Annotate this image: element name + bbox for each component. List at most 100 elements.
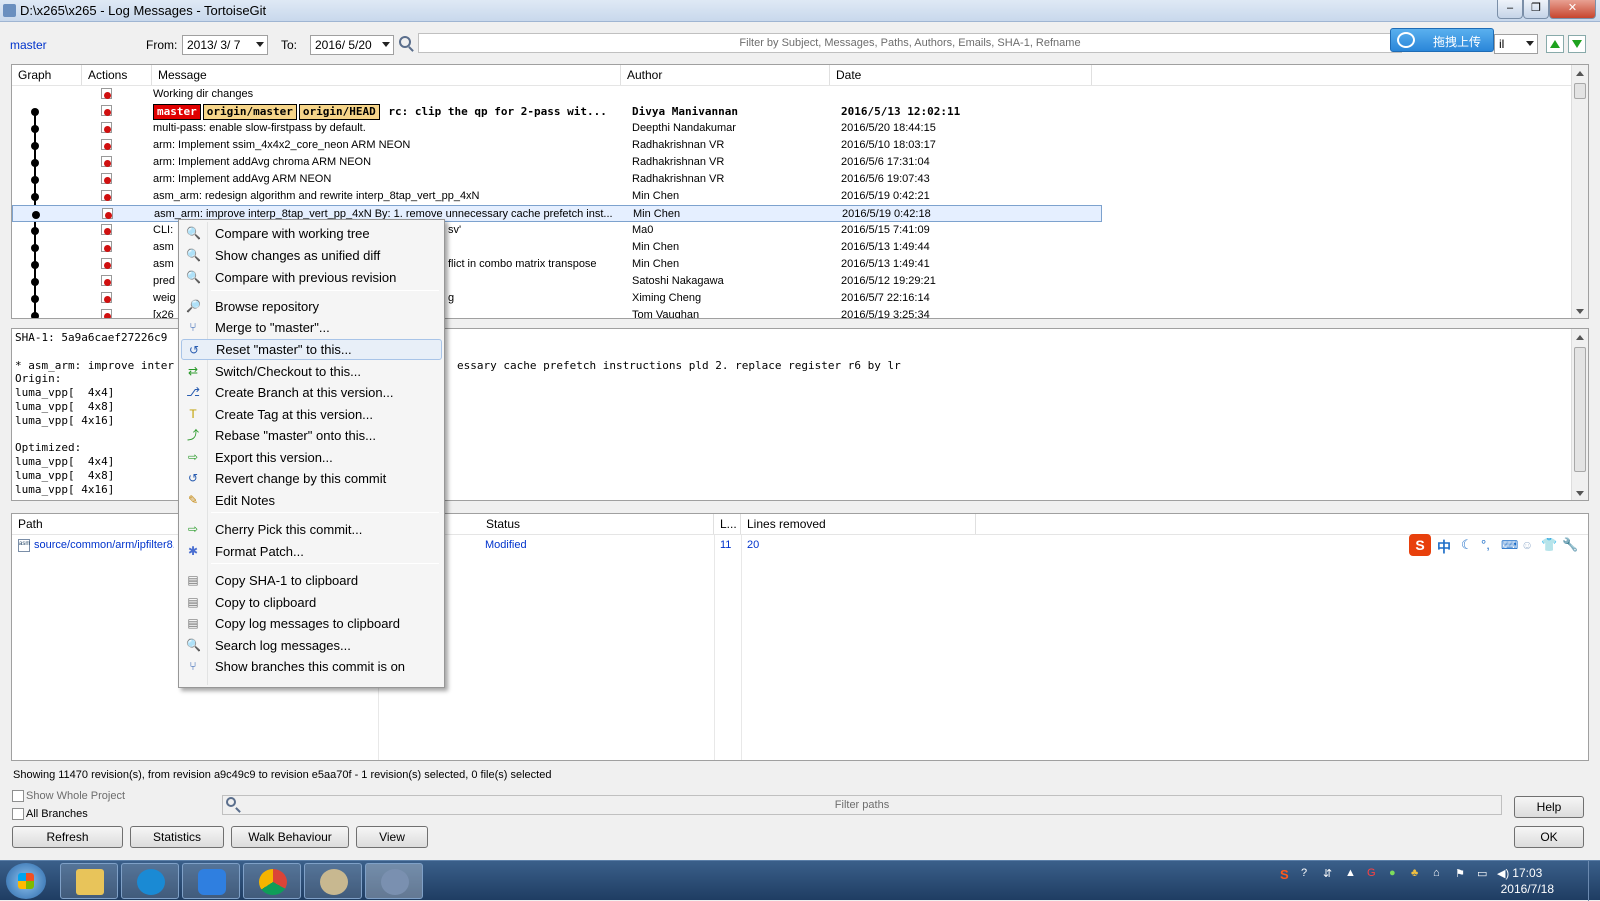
log-row[interactable]: [x26 Tom Vaughan 2016/5/19 3:25:34 xyxy=(12,307,1102,318)
flag-tray-icon[interactable]: ⚑ xyxy=(1455,867,1465,880)
menu-item-switch-checkout-to-this[interactable]: ⇄ Switch/Checkout to this... xyxy=(181,361,442,382)
col-lines-added[interactable]: L... xyxy=(714,514,741,534)
filter-paths-input[interactable]: Filter paths xyxy=(222,795,1502,815)
log-row[interactable]: asm_arm: redesign algorithm and rewrite … xyxy=(12,188,1102,205)
moon-icon[interactable]: ☾ xyxy=(1461,537,1473,553)
log-row[interactable]: pred Satoshi Nakagawa 2016/5/12 19:29:21 xyxy=(12,273,1102,290)
menu-item-merge-to-master[interactable]: ⑂ Merge to "master"... xyxy=(181,317,442,338)
wechat-tray-icon[interactable]: ● xyxy=(1389,867,1396,879)
log-row[interactable]: asm_arm: improve interp_8tap_vert_pp_4xN… xyxy=(12,205,1102,222)
col-graph[interactable]: Graph xyxy=(12,65,82,85)
taskbar-tortoisegit[interactable] xyxy=(365,863,423,899)
scroll-down-icon[interactable] xyxy=(1576,491,1584,496)
app-tray-icon[interactable]: G xyxy=(1367,867,1376,879)
col-date[interactable]: Date xyxy=(830,65,1092,85)
to-date-picker[interactable]: 2016/ 5/20 xyxy=(310,35,394,55)
menu-item-cherry-pick-this-commit[interactable]: ⇨ Cherry Pick this commit... xyxy=(181,519,442,540)
branch-link[interactable]: master xyxy=(10,38,47,52)
menu-item-export-this-version[interactable]: ⇨ Export this version... xyxy=(181,447,442,468)
statistics-button[interactable]: Statistics xyxy=(130,826,224,848)
menu-item-search-log-messages[interactable]: 🔍 Search log messages... xyxy=(181,635,442,656)
menu-item-copy-sha-1-to-clipboard[interactable]: ▤ Copy SHA-1 to clipboard xyxy=(181,570,442,591)
log-row[interactable]: arm: Implement addAvg chroma ARM NEON Rad… xyxy=(12,154,1102,171)
taskbar-paint[interactable] xyxy=(304,863,362,899)
network-tray-icon[interactable]: ⇵ xyxy=(1323,867,1332,880)
menu-item-reset-master-to-this[interactable]: ↺ Reset "master" to this... xyxy=(181,339,442,360)
details-scrollbar[interactable] xyxy=(1571,329,1588,500)
cloud-upload-button[interactable]: 拖拽上传 xyxy=(1390,28,1494,52)
log-row[interactable]: asm flict in combo matrix transpose Min Ch… xyxy=(12,256,1102,273)
menu-item-copy-log-messages-to-clipboard[interactable]: ▤ Copy log messages to clipboard xyxy=(181,613,442,634)
log-row[interactable]: multi-pass: enable slow-firstpass by def… xyxy=(12,120,1102,137)
show-desktop-button[interactable] xyxy=(1588,861,1600,901)
col-author[interactable]: Author xyxy=(621,65,830,85)
menu-item-revert-change-by-this-commit[interactable]: ↺ Revert change by this commit xyxy=(181,468,442,489)
maximize-button[interactable]: ❐ xyxy=(1523,0,1549,19)
walk-behaviour-button[interactable]: Walk Behaviour xyxy=(231,826,349,848)
skin-icon[interactable]: 👕 xyxy=(1541,537,1557,553)
menu-item-browse-repository[interactable]: 🔎 Browse repository xyxy=(181,296,442,317)
log-row[interactable]: arm: Implement ssim_4x4x2_core_neon ARM … xyxy=(12,137,1102,154)
user-icon[interactable]: ☺ xyxy=(1521,538,1533,552)
taskbar-notes[interactable] xyxy=(182,863,240,899)
sogou-ime-icon[interactable]: S xyxy=(1409,534,1431,556)
menu-item-rebase-master-onto-this[interactable]: ⤴ Rebase "master" onto this... xyxy=(181,425,442,446)
keyboard-icon[interactable]: ⌨ xyxy=(1501,538,1518,552)
col-status[interactable]: Status xyxy=(480,514,714,534)
menu-item-compare-with-previous-revision[interactable]: 🔍 Compare with previous revision xyxy=(181,267,442,288)
menu-item-show-branches-this-commit-is-on[interactable]: ⑂ Show branches this commit is on xyxy=(181,656,442,677)
filter-mode-select[interactable]: il xyxy=(1494,34,1538,54)
log-row[interactable]: arm: Implement addAvg ARM NEON Radhakrish… xyxy=(12,171,1102,188)
start-button[interactable] xyxy=(6,863,46,899)
show-hidden-icons[interactable]: ▲ xyxy=(1345,867,1356,879)
prev-page-button[interactable] xyxy=(1546,35,1564,53)
scroll-thumb[interactable] xyxy=(1574,83,1586,99)
log-row[interactable]: Working dir changes xyxy=(12,86,1102,103)
wrench-icon[interactable]: 🔧 xyxy=(1562,537,1578,553)
close-button[interactable]: ✕ xyxy=(1549,0,1596,19)
ime-toolbar[interactable]: S 中 ☾ °, ⌨ ☺ 👕 🔧 xyxy=(1409,534,1588,557)
menu-item-show-changes-as-unified-diff[interactable]: 🔍 Show changes as unified diff xyxy=(181,245,442,266)
sogou-tray-icon[interactable]: S xyxy=(1280,867,1289,882)
log-row[interactable]: master origin/master origin/HEAD rc: clip … xyxy=(12,103,1102,120)
col-actions[interactable]: Actions xyxy=(82,65,152,85)
monitor-tray-icon[interactable]: ▭ xyxy=(1477,867,1487,880)
col-message[interactable]: Message xyxy=(152,65,621,85)
menu-item-create-branch-at-this-version[interactable]: ⎇ Create Branch at this version... xyxy=(181,382,442,403)
filter-search-icon[interactable] xyxy=(399,36,411,48)
minimize-button[interactable]: – xyxy=(1497,0,1523,19)
help-tray-icon[interactable]: ? xyxy=(1301,867,1307,879)
show-whole-project-checkbox[interactable] xyxy=(12,790,24,802)
all-branches-checkbox[interactable] xyxy=(12,808,24,820)
filter-input[interactable]: Filter by Subject, Messages, Paths, Auth… xyxy=(418,33,1402,53)
menu-item-create-tag-at-this-version[interactable]: T Create Tag at this version... xyxy=(181,404,442,425)
menu-item-compare-with-working-tree[interactable]: 🔍 Compare with working tree xyxy=(181,223,442,244)
scroll-down-icon[interactable] xyxy=(1576,309,1584,314)
usb-tray-icon[interactable]: ⌂ xyxy=(1433,867,1440,879)
log-row[interactable]: CLI: sv' Ma0 2016/5/15 7:41:09 xyxy=(12,222,1102,239)
refresh-button[interactable]: Refresh xyxy=(12,826,123,848)
menu-item-copy-to-clipboard[interactable]: ▤ Copy to clipboard xyxy=(181,592,442,613)
log-row[interactable]: weig g Ximing Cheng 2016/5/7 22:16:14 xyxy=(12,290,1102,307)
qq-tray-icon[interactable]: ♣ xyxy=(1411,867,1418,879)
log-scrollbar[interactable] xyxy=(1571,65,1588,318)
col-lines-removed[interactable]: Lines removed xyxy=(741,514,976,534)
scroll-up-icon[interactable] xyxy=(1576,335,1584,340)
punctuation-icon[interactable]: °, xyxy=(1481,537,1490,552)
menu-item-format-patch[interactable]: ✱ Format Patch... xyxy=(181,541,442,562)
view-button[interactable]: View xyxy=(356,826,428,848)
ime-language[interactable]: 中 xyxy=(1437,537,1451,557)
system-clock[interactable]: 17:03 2016/7/18 xyxy=(1501,865,1554,897)
from-date-picker[interactable]: 2013/ 3/ 7 xyxy=(182,35,268,55)
scroll-up-icon[interactable] xyxy=(1576,71,1584,76)
next-page-button[interactable] xyxy=(1568,35,1586,53)
taskbar-explorer[interactable] xyxy=(60,863,118,899)
ok-button[interactable]: OK xyxy=(1514,826,1584,848)
menu-item-edit-notes[interactable]: ✎ Edit Notes xyxy=(181,490,442,511)
taskbar-skype[interactable] xyxy=(121,863,179,899)
log-row[interactable]: asm Min Chen 2016/5/13 1:49:44 xyxy=(12,239,1102,256)
scroll-thumb[interactable] xyxy=(1574,347,1586,472)
file-row[interactable]: asm source/common/arm/ipfilter8.S Modifi… xyxy=(12,537,1012,554)
taskbar-chrome[interactable] xyxy=(243,863,301,899)
help-button[interactable]: Help xyxy=(1514,796,1584,818)
